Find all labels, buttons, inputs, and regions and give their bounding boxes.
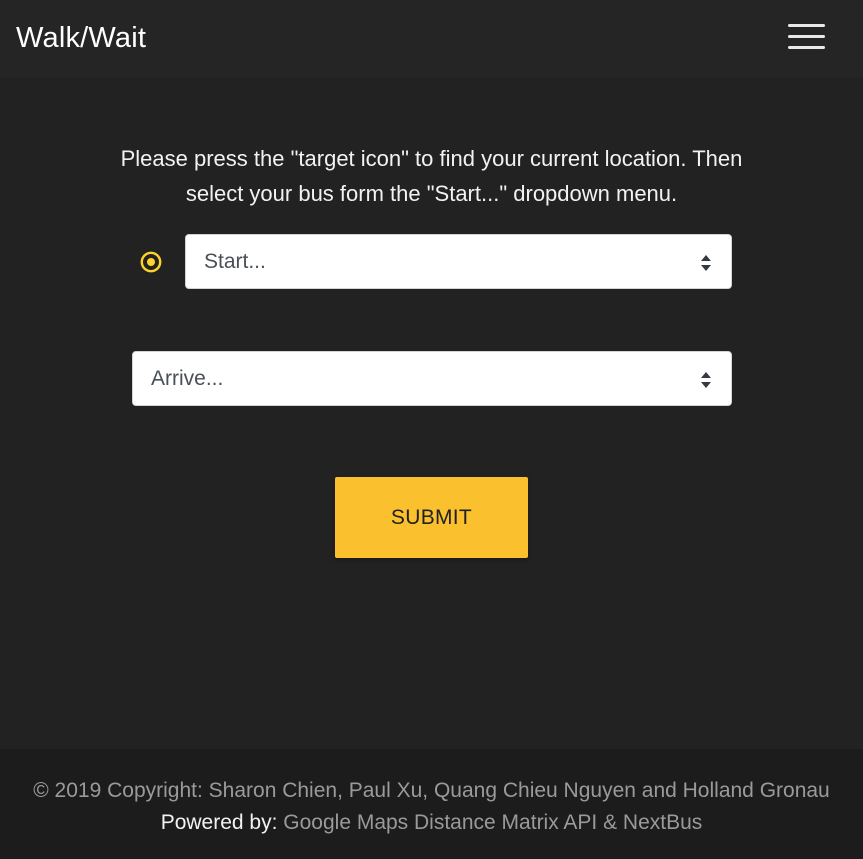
powered-by-link[interactable]: Google Maps Distance Matrix API & NextBu… [283,811,702,834]
hamburger-menu-icon[interactable] [783,17,829,57]
arrive-select-value: Arrive... [151,367,224,390]
submit-button[interactable]: SUBMIT [335,477,528,558]
select-arrows-icon [701,372,711,388]
brand-title[interactable]: Walk/Wait [16,19,146,57]
copyright-text: © 2019 Copyright: Sharon Chien, Paul Xu,… [33,779,830,802]
navbar: Walk/Wait [0,0,863,77]
powered-by-label: Powered by: [160,811,278,834]
main-content: Please press the "target icon" to find y… [0,77,863,749]
footer: © 2019 Copyright: Sharon Chien, Paul Xu,… [0,749,863,859]
start-select[interactable]: Start... [185,234,732,289]
target-icon-graphic [140,251,162,273]
arrive-select[interactable]: Arrive... [132,351,732,406]
target-icon[interactable] [139,250,163,274]
hamburger-bar [788,35,825,38]
hamburger-bar [788,24,825,27]
powered-by-line: Powered by: Google Maps Distance Matrix … [0,808,863,838]
hamburger-bar [788,46,825,49]
instructions-text: Please press the "target icon" to find y… [120,146,743,206]
start-select-value: Start... [204,250,266,273]
select-arrows-icon [701,255,711,271]
